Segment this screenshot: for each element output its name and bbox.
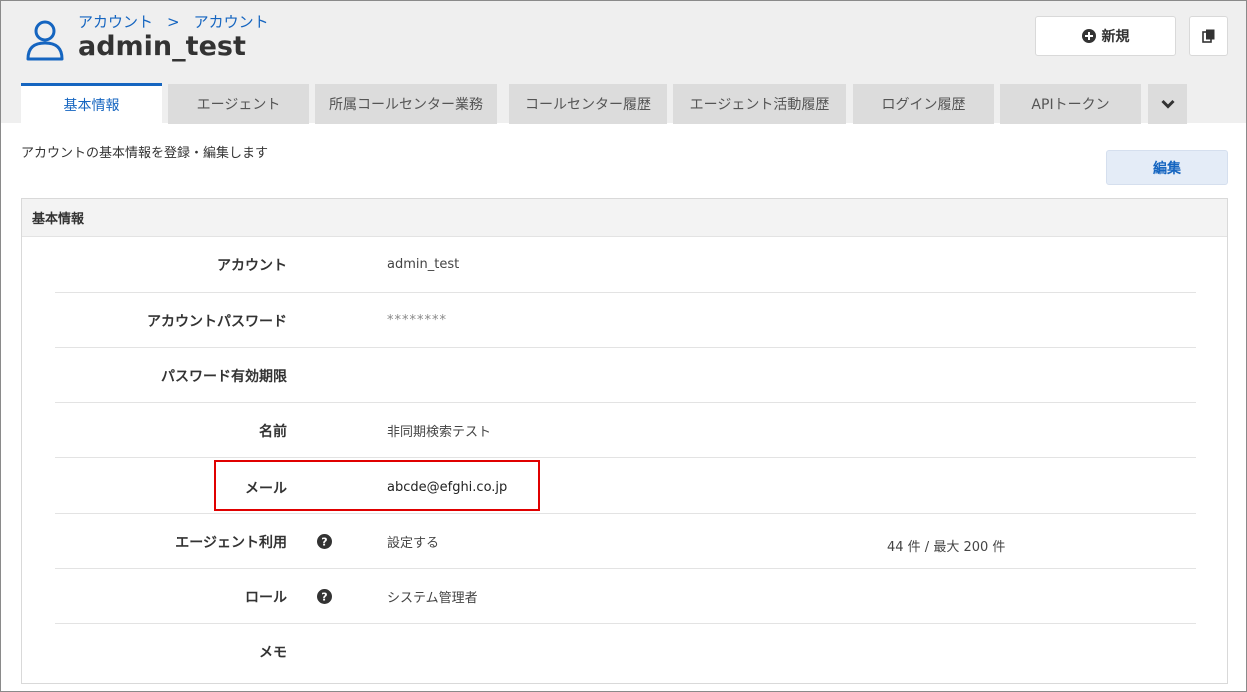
new-button[interactable]: 新規 <box>1035 16 1176 56</box>
tab-api-token[interactable]: APIトークン <box>1000 84 1141 124</box>
chevron-down-icon <box>1160 99 1175 109</box>
email-highlight-box <box>214 460 540 511</box>
row-value-name: 非同期検索テスト <box>387 425 492 440</box>
row-memo: メモ <box>55 624 1196 679</box>
page-header: アカウント > アカウント admin_test 新規 基本情報 エージェント 所属… <box>1 1 1246 124</box>
tab-call-center-business[interactable]: 所属コールセンター業務 <box>315 84 497 124</box>
new-button-label: 新規 <box>1101 29 1130 45</box>
page-title: admin_test <box>78 31 246 62</box>
tab-call-center-history[interactable]: コールセンター履歴 <box>509 84 667 124</box>
svg-text:?: ? <box>321 591 327 604</box>
row-label: メモ <box>259 644 287 661</box>
row-label: エージェント利用 <box>175 534 287 551</box>
question-circle-icon: ? <box>317 534 332 549</box>
row-divider <box>55 457 1196 458</box>
row-label: アカウントパスワード <box>147 313 287 330</box>
row-value-account: admin_test <box>387 257 460 272</box>
page-description: アカウントの基本情報を登録・編集します <box>21 146 269 161</box>
row-label: パスワード有効期限 <box>161 368 287 385</box>
tab-agent[interactable]: エージェント <box>168 84 309 124</box>
breadcrumb-item-account[interactable]: アカウント <box>194 11 269 32</box>
row-label: 名前 <box>259 423 287 440</box>
tab-basic-info[interactable]: 基本情報 <box>21 83 162 124</box>
row-label: ロール <box>245 589 287 606</box>
row-value-role: システム管理者 <box>387 591 478 606</box>
row-role: ロール ? システム管理者 <box>55 569 1196 624</box>
page-frame: アカウント > アカウント admin_test 新規 基本情報 エージェント 所属… <box>0 0 1247 692</box>
breadcrumb-item-account-root[interactable]: アカウント <box>78 11 153 32</box>
agent-usage-count: 44 件 / 最大 200 件 <box>887 540 1006 555</box>
row-value-password: ******** <box>387 313 447 328</box>
row-name: 名前 非同期検索テスト <box>55 403 1196 458</box>
row-agent-usage: エージェント利用 ? 設定する 44 件 / 最大 200 件 <box>55 514 1196 569</box>
row-account-password: アカウントパスワード ******** <box>55 293 1196 348</box>
plus-circle-icon <box>1081 29 1096 43</box>
row-account: アカウント admin_test <box>55 237 1196 292</box>
copy-button[interactable] <box>1189 16 1228 56</box>
tab-agent-activity-history[interactable]: エージェント活動履歴 <box>673 84 846 124</box>
row-label: アカウント <box>217 257 287 274</box>
user-icon <box>26 20 64 61</box>
help-button[interactable]: ? <box>317 569 332 624</box>
basic-info-panel: 基本情報 アカウント admin_test アカウントパスワード *******… <box>21 198 1228 684</box>
row-password-expiry: パスワード有効期限 <box>55 348 1196 403</box>
copy-icon <box>1201 29 1214 43</box>
edit-button[interactable]: 編集 <box>1106 150 1228 185</box>
row-value-agent-usage: 設定する <box>387 536 440 551</box>
svg-text:?: ? <box>321 536 327 549</box>
breadcrumb-separator: > <box>167 13 180 31</box>
question-circle-icon: ? <box>317 589 332 604</box>
help-button[interactable]: ? <box>317 514 332 569</box>
tab-login-history[interactable]: ログイン履歴 <box>853 84 994 124</box>
breadcrumb: アカウント > アカウント <box>78 11 269 32</box>
tab-more-button[interactable] <box>1148 84 1187 124</box>
panel-title: 基本情報 <box>22 199 1227 237</box>
